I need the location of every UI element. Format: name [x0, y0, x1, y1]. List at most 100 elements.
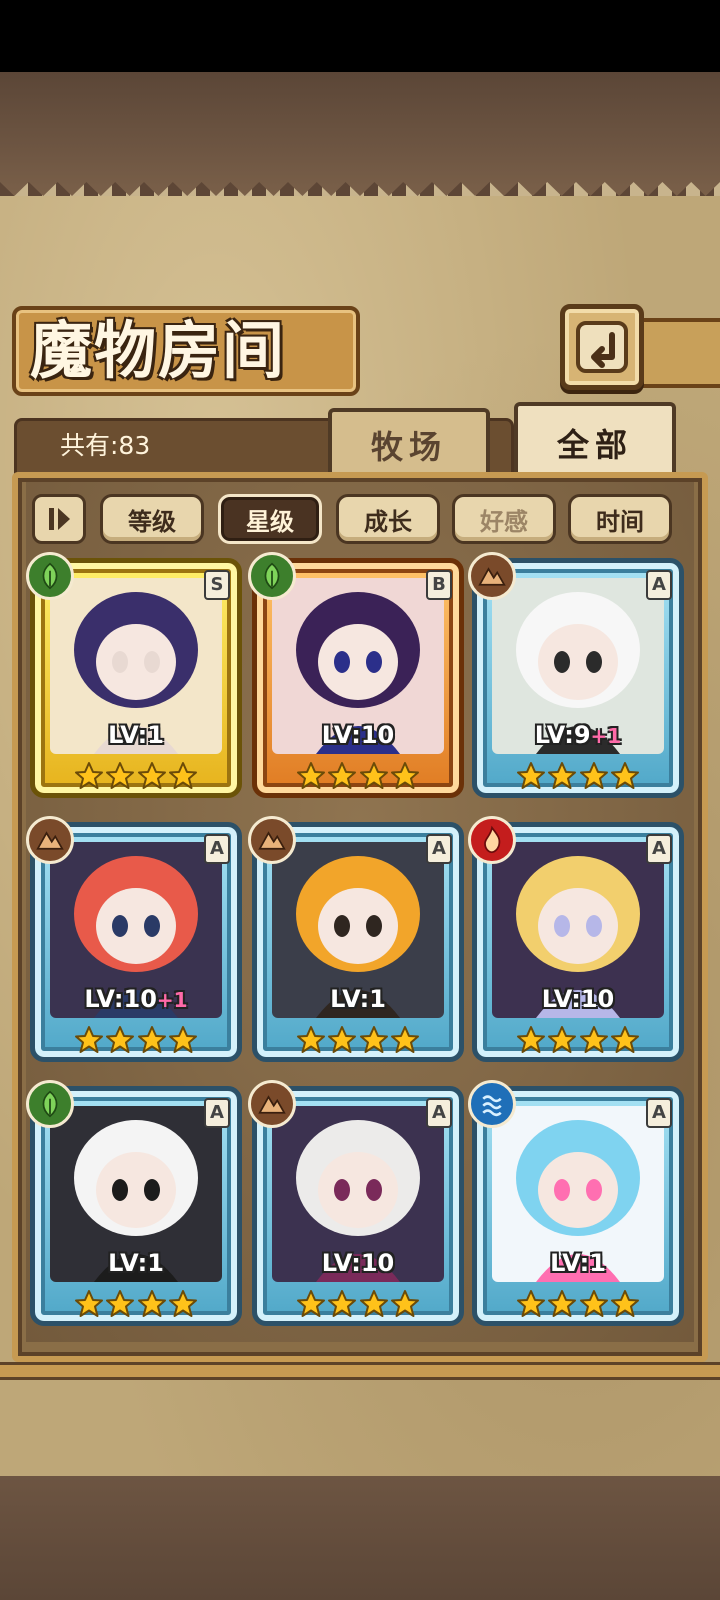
rank-badge: A	[646, 834, 672, 864]
level-value: LV:10	[321, 721, 395, 749]
star-icon	[390, 1025, 420, 1059]
monster-card[interactable]: A LV:10	[468, 816, 684, 1070]
monster-card[interactable]: A LV:1	[26, 1080, 242, 1334]
monster-card[interactable]: A LV:9+1	[468, 552, 684, 806]
leaf-element-icon	[248, 552, 296, 600]
rock-element-icon	[468, 552, 516, 600]
monster-card[interactable]: A LV:10+1	[26, 816, 242, 1070]
star-icon	[137, 1025, 167, 1059]
level-bonus: +1	[590, 724, 622, 748]
star-icon	[105, 1025, 135, 1059]
star-rating	[296, 758, 420, 798]
star-icon	[105, 1289, 135, 1323]
star-icon	[359, 761, 389, 795]
rock-element-icon	[248, 816, 296, 864]
level-label: LV:1	[272, 984, 444, 1014]
star-icon	[296, 761, 326, 795]
water-element-icon	[468, 1080, 516, 1128]
level-value: LV:9	[534, 721, 591, 749]
level-value: LV:10	[84, 985, 157, 1013]
top-map-decoration	[0, 72, 720, 196]
star-icon	[74, 1025, 104, 1059]
level-label: LV:1	[50, 1248, 222, 1278]
monster-card[interactable]: A LV:1	[468, 1080, 684, 1334]
star-rating	[74, 1286, 198, 1326]
star-icon	[359, 1025, 389, 1059]
monster-card[interactable]: S LV:1	[26, 552, 242, 806]
star-icon	[296, 1289, 326, 1323]
sort-order-toggle[interactable]	[32, 494, 86, 544]
tab-all[interactable]: 全部	[514, 402, 676, 480]
fire-element-icon	[468, 816, 516, 864]
star-icon	[516, 1289, 546, 1323]
star-icon	[137, 1289, 167, 1323]
star-icon	[579, 1289, 609, 1323]
level-value: LV:1	[330, 985, 386, 1013]
star-icon	[74, 761, 104, 795]
tab-ranch[interactable]: 牧场	[328, 408, 490, 478]
leaf-element-icon	[26, 552, 74, 600]
level-label: LV:9+1	[492, 720, 664, 750]
star-icon	[547, 761, 577, 795]
star-icon	[327, 1025, 357, 1059]
return-arrow-icon	[576, 321, 628, 373]
level-label: LV:1	[50, 720, 222, 750]
rock-element-icon	[248, 1080, 296, 1128]
star-icon	[516, 1025, 546, 1059]
page-title: 魔物房间	[30, 314, 287, 387]
sort-button-stars[interactable]: 星级	[218, 494, 322, 544]
sort-button-affection[interactable]: 好感	[452, 494, 556, 544]
star-icon	[137, 761, 167, 795]
star-icon	[296, 1025, 326, 1059]
rank-badge: A	[204, 834, 230, 864]
star-rating	[296, 1286, 420, 1326]
return-button[interactable]	[560, 304, 644, 390]
star-rating	[516, 1286, 640, 1326]
monster-card[interactable]: A LV:10	[248, 1080, 464, 1334]
rock-element-icon	[26, 816, 74, 864]
star-icon	[359, 1289, 389, 1323]
level-value: LV:1	[108, 721, 164, 749]
star-icon	[516, 761, 546, 795]
bottom-map-decoration	[0, 1476, 720, 1600]
star-icon	[327, 1289, 357, 1323]
star-rating	[296, 1022, 420, 1062]
star-icon	[390, 761, 420, 795]
star-icon	[168, 1025, 198, 1059]
level-value: LV:10	[541, 985, 615, 1013]
star-rating	[516, 1022, 640, 1062]
rank-badge: A	[426, 834, 452, 864]
level-label: LV:1	[492, 1248, 664, 1278]
status-bar	[0, 0, 720, 72]
rank-badge: S	[204, 570, 230, 600]
sort-button-growth[interactable]: 成长	[336, 494, 440, 544]
star-icon	[610, 1289, 640, 1323]
star-icon	[579, 761, 609, 795]
monster-card[interactable]: A LV:1	[248, 816, 464, 1070]
sort-button-level[interactable]: 等级	[100, 494, 204, 544]
star-rating	[516, 758, 640, 798]
star-icon	[74, 1289, 104, 1323]
star-icon	[547, 1289, 577, 1323]
panel-bottom-strip	[0, 1362, 720, 1380]
monster-card[interactable]: B LV:10	[248, 552, 464, 806]
star-icon	[579, 1025, 609, 1059]
star-icon	[105, 761, 135, 795]
star-icon	[547, 1025, 577, 1059]
level-label: LV:10	[272, 1248, 444, 1278]
rank-badge: A	[204, 1098, 230, 1128]
star-icon	[610, 761, 640, 795]
sort-button-time[interactable]: 时间	[568, 494, 672, 544]
star-icon	[390, 1289, 420, 1323]
level-label: LV:10+1	[50, 984, 222, 1014]
rank-badge: B	[426, 570, 452, 600]
sort-order-icon	[49, 508, 70, 530]
return-strip	[632, 318, 720, 388]
star-icon	[168, 761, 198, 795]
star-rating	[74, 1022, 198, 1062]
leaf-element-icon	[26, 1080, 74, 1128]
star-rating	[74, 758, 198, 798]
star-icon	[610, 1025, 640, 1059]
level-bonus: +1	[156, 988, 188, 1012]
rank-badge: A	[426, 1098, 452, 1128]
